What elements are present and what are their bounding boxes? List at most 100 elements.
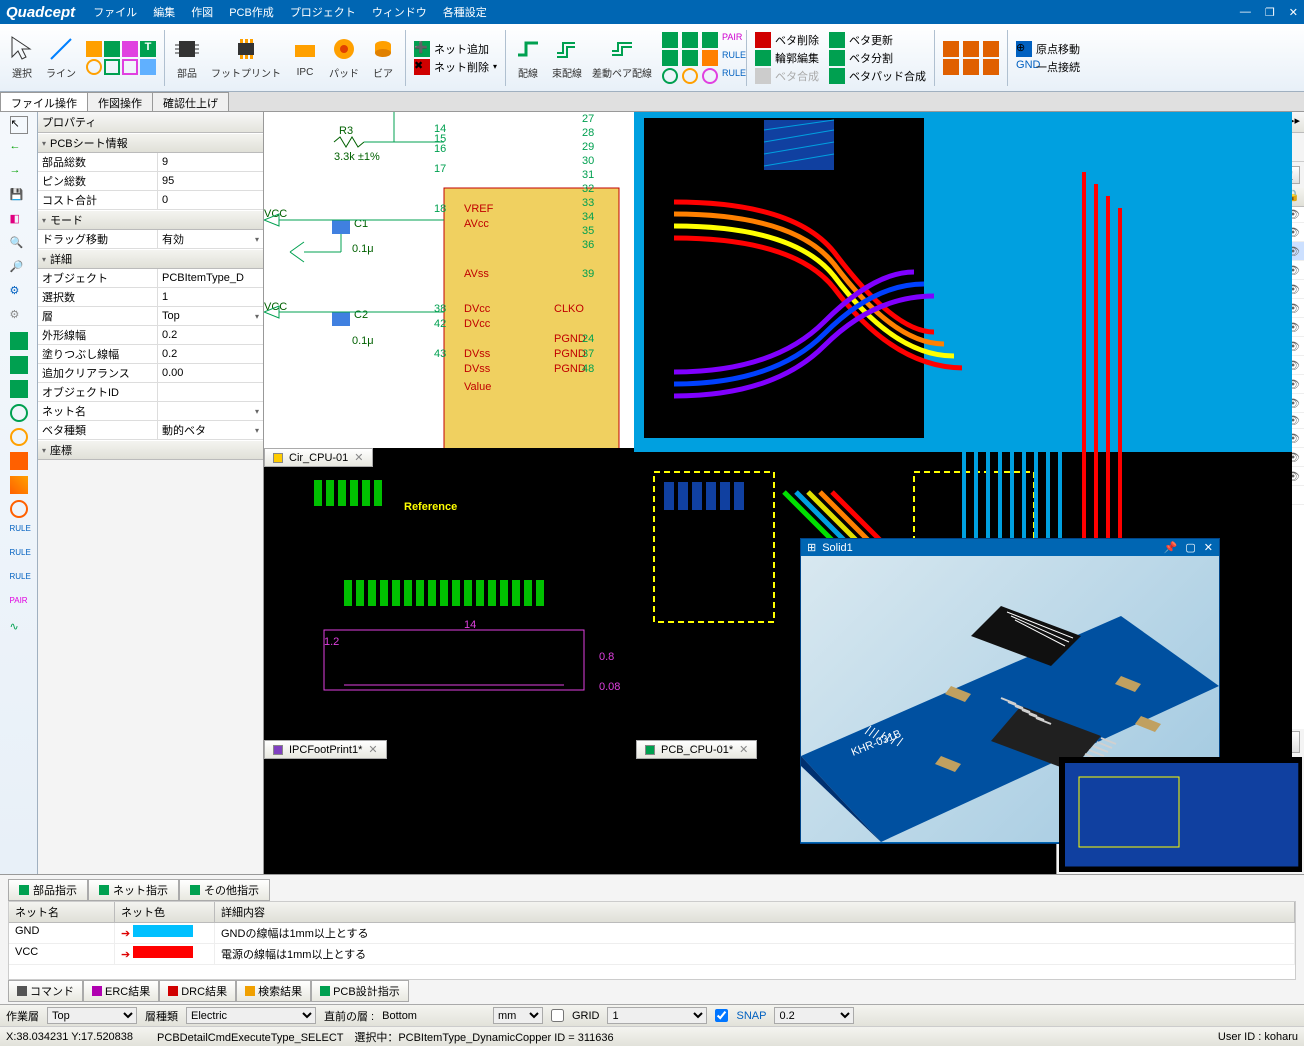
bp-tab-other[interactable]: その他指示: [179, 879, 270, 901]
ipc-icon[interactable]: [291, 37, 319, 65]
sect-coord[interactable]: 座標: [38, 440, 263, 460]
menu-file[interactable]: ファイル: [93, 4, 137, 20]
beta-type-select[interactable]: 動的ベタ▾: [158, 421, 263, 439]
menu-edit[interactable]: 編集: [153, 4, 175, 20]
beta-del-button[interactable]: ベタ削除: [755, 32, 819, 48]
green3-icon[interactable]: [10, 380, 28, 398]
dim6-icon[interactable]: [983, 59, 999, 75]
image-icon[interactable]: [140, 59, 156, 75]
pair-left-icon[interactable]: PAIR: [10, 596, 28, 614]
pair-icon[interactable]: PAIR: [722, 32, 738, 48]
maximize-icon[interactable]: ▢: [1185, 541, 1195, 554]
diffpair-icon[interactable]: [608, 35, 636, 63]
maximize-icon[interactable]: ❐: [1265, 6, 1275, 19]
net-name-select[interactable]: ▾: [158, 402, 263, 420]
minimize-icon[interactable]: —: [1240, 6, 1251, 19]
grid-checkbox[interactable]: [551, 1007, 564, 1024]
dim1-icon[interactable]: [943, 41, 959, 57]
route-s4-icon[interactable]: [662, 50, 678, 66]
route-icon[interactable]: [514, 35, 542, 63]
poly-icon[interactable]: [104, 59, 120, 75]
magenta-tool-icon[interactable]: ◧: [10, 212, 28, 230]
beta-split-button[interactable]: ベタ分割: [829, 50, 926, 66]
bt-command[interactable]: コマンド: [8, 980, 83, 1002]
net-row[interactable]: GND➔ GNDの線幅は1mm以上とする: [9, 923, 1295, 944]
route-s3-icon[interactable]: [702, 32, 718, 48]
dim3-icon[interactable]: [983, 41, 999, 57]
dim5-icon[interactable]: [963, 59, 979, 75]
close-tab-icon[interactable]: ✕: [368, 743, 377, 756]
route-s6-icon[interactable]: [702, 50, 718, 66]
wave-icon[interactable]: ∿: [10, 620, 28, 638]
close-tab-icon[interactable]: ✕: [354, 451, 363, 464]
route-s1-icon[interactable]: [662, 32, 678, 48]
sect-pcb-info[interactable]: PCBシート情報: [38, 133, 263, 153]
pad-icon[interactable]: [330, 35, 358, 63]
close-icon[interactable]: ✕: [1289, 6, 1298, 19]
route-s7-icon[interactable]: [662, 68, 678, 84]
snap-select[interactable]: 0.2: [774, 1007, 854, 1024]
origin-move-button[interactable]: ⊕原点移動: [1016, 41, 1080, 57]
chip-icon[interactable]: [173, 35, 201, 63]
tab-verify[interactable]: 確認仕上げ: [152, 92, 229, 111]
forward-icon[interactable]: →: [10, 164, 28, 182]
worklayer-select[interactable]: Top: [47, 1007, 137, 1024]
line-icon[interactable]: [47, 35, 75, 63]
bundle-route-icon[interactable]: [553, 35, 581, 63]
close-tab-icon[interactable]: ✕: [739, 743, 748, 756]
rect-icon[interactable]: [122, 41, 138, 57]
route-s2-icon[interactable]: [682, 32, 698, 48]
bt-pcb-instr[interactable]: PCB設計指示: [311, 980, 409, 1002]
orange-sq-icon[interactable]: [10, 452, 28, 470]
route-s9-icon[interactable]: [702, 68, 718, 84]
arc-icon[interactable]: [104, 41, 120, 57]
menu-settings[interactable]: 各種設定: [443, 4, 487, 20]
doc-tab-ipc[interactable]: IPCFootPrint1*✕: [264, 740, 387, 759]
route-s8-icon[interactable]: [682, 68, 698, 84]
beta-comb-button[interactable]: ベタ合成: [755, 68, 819, 84]
close-icon[interactable]: ✕: [1204, 541, 1213, 554]
outline-width-input[interactable]: 0.2: [158, 326, 263, 344]
tab-file-op[interactable]: ファイル操作: [0, 92, 88, 111]
clearance-input[interactable]: 0.00: [158, 364, 263, 382]
rule1-icon[interactable]: RULE: [722, 50, 738, 66]
orange-grad-icon[interactable]: [10, 476, 28, 494]
rule2-icon[interactable]: RULE: [722, 68, 738, 84]
unit-select[interactable]: mm: [493, 1007, 543, 1024]
gear2-icon[interactable]: ⚙: [10, 308, 28, 326]
cursor-tool-icon[interactable]: ↖: [10, 116, 28, 134]
orange-circle-icon[interactable]: [10, 428, 28, 446]
bt-erc[interactable]: ERC結果: [83, 980, 159, 1002]
text-icon[interactable]: T: [140, 41, 156, 57]
tab-draw-op[interactable]: 作図操作: [87, 92, 153, 111]
cursor-icon[interactable]: [8, 35, 36, 63]
orange-circ2-icon[interactable]: [10, 500, 28, 518]
fill-width-input[interactable]: 0.2: [158, 345, 263, 363]
menu-pcb[interactable]: PCB作成: [229, 4, 274, 20]
save-icon[interactable]: 💾: [10, 188, 28, 206]
rect2-icon[interactable]: [122, 59, 138, 75]
sect-detail[interactable]: 詳細: [38, 249, 263, 269]
rule-a-icon[interactable]: RULE: [10, 524, 28, 542]
bt-search[interactable]: 検索結果: [236, 980, 311, 1002]
net-add-button[interactable]: ➕ネット追加: [414, 41, 497, 57]
rule-c-icon[interactable]: RULE: [10, 572, 28, 590]
gear-icon[interactable]: ⚙: [10, 284, 28, 302]
green1-icon[interactable]: [10, 332, 28, 350]
bt-drc[interactable]: DRC結果: [159, 980, 236, 1002]
dim2-icon[interactable]: [963, 41, 979, 57]
route-s5-icon[interactable]: [682, 50, 698, 66]
menu-window[interactable]: ウィンドウ: [372, 4, 427, 20]
green-circle-icon[interactable]: [10, 404, 28, 422]
drag-move-select[interactable]: 有効▾: [158, 230, 263, 248]
green2-icon[interactable]: [10, 356, 28, 374]
layertype-select[interactable]: Electric: [186, 1007, 316, 1024]
betapad-button[interactable]: ベタパッド合成: [829, 68, 926, 84]
rule-b-icon[interactable]: RULE: [10, 548, 28, 566]
circle-icon[interactable]: [86, 41, 102, 57]
dim4-icon[interactable]: [943, 59, 959, 75]
grid-select[interactable]: 1: [607, 1007, 707, 1024]
onepoint-button[interactable]: GND一点接続: [1016, 59, 1080, 75]
footprint-icon[interactable]: [232, 35, 260, 63]
layer-select[interactable]: Top▾: [158, 307, 263, 325]
